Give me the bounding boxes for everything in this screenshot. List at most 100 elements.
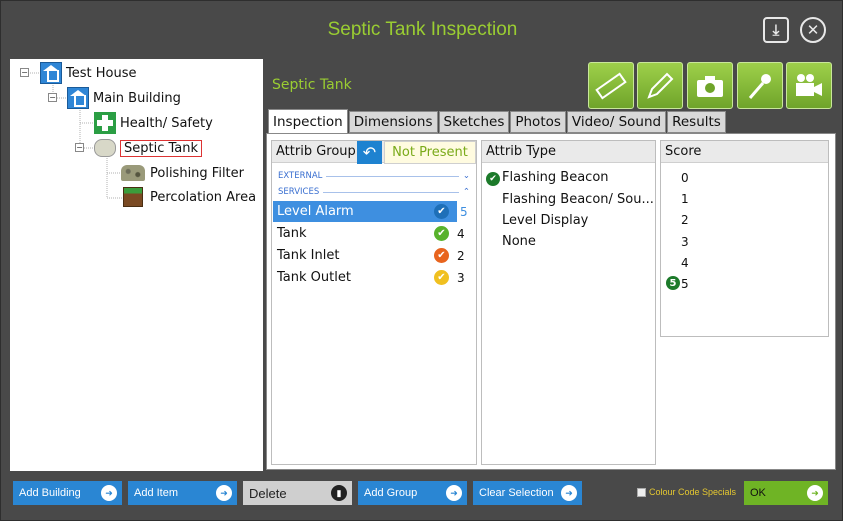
photo-button[interactable] [687, 62, 733, 109]
check-icon: ✔ [434, 270, 449, 285]
tree-item-label: Test House [66, 65, 137, 81]
arrow-right-icon: ➜ [561, 485, 577, 501]
tree-item-percolation-area[interactable]: Percolation Area [120, 186, 256, 208]
tree-item-label: Polishing Filter [150, 165, 244, 181]
tab-video-sound[interactable]: Video/ Sound [566, 111, 667, 133]
button-label: Clear Selection [479, 487, 554, 499]
tab-dimensions[interactable]: Dimensions [348, 111, 438, 133]
ruler-icon [595, 71, 627, 100]
chevron-down-icon: ⌄ [462, 171, 470, 181]
measure-button[interactable] [588, 62, 634, 109]
attrib-label: Tank Inlet [277, 248, 340, 263]
tree-collapse-toggle[interactable]: − [20, 68, 29, 77]
tree-item-label: Health/ Safety [120, 115, 213, 131]
attrib-score: 5 [457, 201, 475, 222]
button-label: Add Building [19, 487, 81, 499]
button-label: Add Group [364, 487, 418, 499]
soil-icon [120, 186, 146, 208]
score-option[interactable]: 0 [681, 171, 689, 185]
attrib-row-tank-outlet[interactable]: Tank Outlet ✔ 3 [273, 267, 475, 288]
attrib-row-tank[interactable]: Tank ✔ 4 [273, 223, 475, 244]
score-option[interactable]: 3 [681, 235, 689, 249]
attrib-type-option[interactable]: Flashing Beacon [502, 170, 609, 185]
check-icon: ✔ [434, 226, 449, 241]
tab-results[interactable]: Results [667, 111, 726, 133]
tree-item-main-building[interactable]: Main Building [67, 87, 181, 109]
add-group-button[interactable]: Add Group ➜ [358, 481, 467, 505]
check-icon: ✔ [434, 248, 449, 263]
building-tree: − − − Test House Main Building Health/ S… [10, 59, 263, 471]
window-title: Septic Tank Inspection [327, 19, 518, 40]
not-present-button[interactable]: Not Present [384, 141, 476, 164]
score-option[interactable]: 4 [681, 256, 689, 270]
sketch-button[interactable] [637, 62, 683, 109]
colour-code-specials-label: Colour Code Specials [649, 487, 737, 497]
score-header: Score [661, 141, 828, 163]
button-label: Delete [249, 485, 287, 501]
arrow-right-icon: ➜ [807, 485, 823, 501]
video-button[interactable] [786, 62, 832, 109]
attrib-row-tank-inlet[interactable]: Tank Inlet ✔ 2 [273, 245, 475, 266]
video-camera-icon [796, 73, 822, 96]
add-item-button[interactable]: Add Item ➜ [128, 481, 237, 505]
attrib-type-option[interactable]: Flashing Beacon/ Sou... [502, 192, 654, 207]
tree-item-label: Septic Tank [120, 139, 203, 157]
tree-item-label: Main Building [93, 90, 181, 106]
colour-code-specials-checkbox[interactable] [637, 488, 646, 497]
attrib-score: 2 [457, 248, 465, 263]
group-label: EXTERNAL [278, 171, 323, 181]
attrib-score: 4 [457, 226, 465, 241]
delete-button[interactable]: Delete ▮ [243, 481, 352, 505]
tree-collapse-toggle[interactable]: − [48, 93, 57, 102]
house-icon [67, 87, 89, 109]
download-icon: ⤓ [772, 21, 780, 39]
attrib-type-option[interactable]: None [502, 234, 536, 249]
tree-item-health-safety[interactable]: Health/ Safety [94, 112, 213, 134]
score-panel: Score 0 1 2 3 4 5 5 [660, 140, 829, 337]
score-option[interactable]: 1 [681, 192, 689, 206]
group-external[interactable]: EXTERNAL ⌄ [278, 171, 470, 181]
attrib-type-header: Attrib Type [482, 141, 655, 163]
score-option[interactable]: 5 [681, 277, 689, 291]
gravel-icon [120, 162, 146, 184]
tree-item-polishing-filter[interactable]: Polishing Filter [120, 162, 244, 184]
attrib-row-level-alarm[interactable]: Level Alarm ✔ 5 [273, 201, 475, 222]
group-label: SERVICES [278, 187, 320, 197]
attrib-type-panel: Attrib Type ✔ Flashing Beacon Flashing B… [481, 140, 656, 465]
arrow-right-icon: ➜ [101, 485, 117, 501]
tree-item-test-house[interactable]: Test House [40, 62, 136, 84]
arrow-right-icon: ➜ [446, 485, 462, 501]
microphone-icon [748, 73, 771, 99]
arrow-right-icon: ➜ [216, 485, 232, 501]
check-icon: ✔ [434, 204, 449, 219]
pencil-icon [647, 72, 674, 99]
attrib-score: 3 [457, 270, 465, 285]
save-download-button[interactable]: ⤓ [763, 17, 789, 43]
trash-icon: ▮ [331, 485, 347, 501]
add-building-button[interactable]: Add Building ➜ [13, 481, 122, 505]
button-label: Add Item [134, 487, 179, 499]
audio-button[interactable] [737, 62, 783, 109]
tree-collapse-toggle[interactable]: − [75, 143, 84, 152]
undo-button[interactable]: ↶ [357, 141, 382, 164]
ok-button[interactable]: OK ➜ [744, 481, 828, 505]
septic-tank-icon [94, 137, 116, 159]
score-option[interactable]: 2 [681, 213, 689, 227]
clear-selection-button[interactable]: Clear Selection ➜ [473, 481, 582, 505]
tab-bar: Inspection Dimensions Sketches Photos Vi… [268, 109, 727, 133]
undo-icon: ↶ [362, 143, 377, 162]
attrib-type-option[interactable]: Level Display [502, 213, 588, 228]
group-services[interactable]: SERVICES ⌃ [278, 187, 470, 197]
section-title: Septic Tank [272, 77, 352, 93]
attrib-label: Level Alarm [277, 204, 354, 219]
tab-photos[interactable]: Photos [510, 111, 566, 133]
tab-sketches[interactable]: Sketches [438, 111, 510, 133]
close-button[interactable]: ✕ [800, 17, 826, 43]
tab-inspection[interactable]: Inspection [268, 109, 348, 133]
tree-item-septic-tank[interactable]: Septic Tank [94, 137, 203, 159]
first-aid-icon [94, 112, 116, 134]
camera-icon [697, 75, 723, 97]
close-icon: ✕ [806, 21, 820, 39]
selected-score-badge: 5 [666, 276, 680, 290]
inspection-tab-content: Attrib Group ↶ Not Present EXTERNAL ⌄ SE… [266, 133, 836, 470]
